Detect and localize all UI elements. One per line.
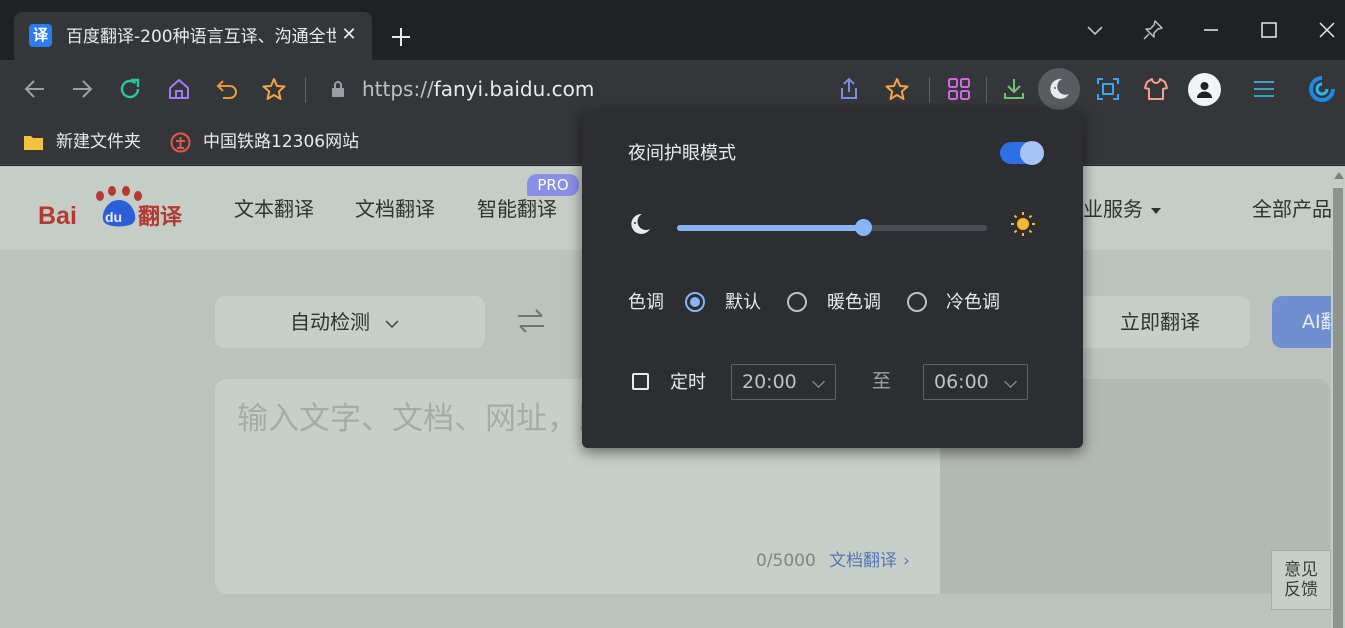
forward-arrow-icon[interactable]: [69, 76, 95, 102]
bookmark-item-folder[interactable]: 新建文件夹: [23, 130, 141, 154]
baidu-translate-favicon-icon: 译: [29, 24, 52, 47]
toggle-knob: [1020, 141, 1044, 165]
share-icon[interactable]: [836, 76, 862, 102]
end-time-value: 06:00: [934, 371, 989, 393]
nav-all-products[interactable]: 全部产品: [1252, 196, 1332, 222]
skin-shirt-icon[interactable]: [1143, 76, 1169, 102]
screenshot-icon[interactable]: [1095, 76, 1121, 102]
tab-close-icon[interactable]: ✕: [338, 24, 360, 46]
source-language-select[interactable]: 自动检测: [215, 296, 485, 348]
bookmark-item-12306[interactable]: 中国铁路12306网站: [170, 130, 359, 154]
caret-down-icon: [1151, 207, 1161, 214]
bookmark-label: 中国铁路12306网站: [203, 132, 360, 152]
moon-face-icon: [1050, 78, 1069, 99]
chevron-down-icon: [385, 319, 399, 328]
sun-bright-icon: [1011, 212, 1035, 236]
menu-hamburger-icon[interactable]: [1251, 76, 1277, 102]
night-mode-button[interactable]: [1038, 68, 1080, 110]
folder-icon: [24, 135, 43, 150]
timer-label[interactable]: 定时: [670, 371, 706, 395]
translate-now-button[interactable]: 立即翻译: [1070, 296, 1250, 348]
browser-tab[interactable]: 译 百度翻译-200种语言互译、沟通全世界！ ✕: [14, 12, 372, 60]
url-scheme: https://: [362, 77, 434, 101]
lock-icon[interactable]: [330, 80, 346, 98]
night-mode-popup: 夜间护眼模式 色调 默认 暖色调 冷色调 定时 20:00 至 06:00: [582, 110, 1083, 448]
chevron-down-icon: [812, 375, 825, 388]
toolbar-separator: [929, 77, 930, 103]
tone-default-radio[interactable]: [685, 292, 705, 312]
new-tab-plus-icon[interactable]: [388, 24, 414, 50]
maximize-icon[interactable]: [1257, 18, 1281, 42]
home-icon[interactable]: [166, 76, 192, 102]
feedback-button[interactable]: 意见 反馈: [1271, 550, 1331, 610]
doc-translate-label: 文档翻译: [829, 551, 897, 571]
tone-warm-label[interactable]: 暖色调: [827, 291, 881, 315]
timer-checkbox[interactable]: [632, 373, 649, 390]
minimize-icon[interactable]: [1199, 18, 1223, 42]
window-close-icon[interactable]: [1315, 18, 1339, 42]
toolbar-separator: [305, 77, 306, 103]
tone-cool-label[interactable]: 冷色调: [946, 291, 1000, 315]
pin-icon[interactable]: [1141, 18, 1165, 42]
tone-default-label[interactable]: 默认: [725, 291, 761, 315]
avatar[interactable]: [1188, 73, 1221, 106]
svg-text:Bai: Bai: [38, 202, 77, 230]
bookmark-star-icon[interactable]: [884, 76, 910, 102]
toolbar-separator: [986, 77, 987, 103]
download-icon[interactable]: [1001, 76, 1027, 102]
moon-dim-icon: [631, 213, 650, 234]
brightness-slider-track[interactable]: [677, 225, 987, 231]
url-host: fanyi.baidu.com: [433, 77, 595, 101]
night-mode-toggle[interactable]: [1000, 141, 1044, 165]
baidu-translate-logo[interactable]: du Bai 翻译: [38, 178, 198, 238]
reload-icon[interactable]: [117, 76, 143, 102]
address-bar[interactable]: https://fanyi.baidu.com: [362, 75, 594, 103]
browser-logo-icon[interactable]: [1308, 75, 1336, 103]
nav-text-translate[interactable]: 文本翻译: [234, 196, 314, 222]
feedback-line-1: 意见: [1284, 560, 1318, 580]
chevron-down-icon: [1004, 375, 1017, 388]
nav-enterprise-label: 业服务: [1083, 197, 1143, 221]
source-language-label: 自动检测: [290, 309, 400, 335]
scrollbar-thumb[interactable]: [1333, 188, 1343, 628]
tone-label: 色调: [628, 292, 664, 313]
tab-title: 百度翻译-200种语言互译、沟通全世界！: [66, 27, 336, 47]
brightness-slider-fill: [677, 225, 863, 231]
end-time-select[interactable]: 06:00: [923, 364, 1028, 400]
char-counter: 0/5000: [756, 551, 816, 571]
source-language-value: 自动检测: [290, 310, 370, 334]
favorites-star-icon[interactable]: [261, 76, 287, 102]
user-icon: [1197, 82, 1212, 98]
scroll-up-arrow-icon[interactable]: [1334, 172, 1344, 179]
brightness-slider-thumb[interactable]: [854, 219, 872, 236]
apps-grid-icon[interactable]: [946, 76, 972, 102]
feedback-line-2: 反馈: [1284, 580, 1318, 600]
nav-smart-translate[interactable]: 智能翻译: [477, 196, 557, 222]
chevron-right-icon: ›: [903, 551, 910, 571]
start-time-value: 20:00: [742, 371, 797, 393]
tone-warm-radio[interactable]: [787, 292, 807, 312]
nav-enterprise-services[interactable]: 业服务: [1083, 196, 1161, 222]
start-time-select[interactable]: 20:00: [731, 364, 836, 400]
nav-doc-translate[interactable]: 文档翻译: [355, 196, 435, 222]
doc-translate-link[interactable]: 文档翻译 ›: [829, 550, 910, 572]
pro-badge: PRO: [527, 174, 579, 196]
bookmark-label: 新建文件夹: [56, 132, 141, 152]
tab-strip: 译 百度翻译-200种语言互译、沟通全世界！ ✕: [0, 0, 1345, 60]
back-arrow-icon[interactable]: [22, 76, 48, 102]
tone-cool-radio[interactable]: [907, 292, 927, 312]
undo-close-icon[interactable]: [214, 76, 240, 102]
swap-languages-icon[interactable]: [515, 306, 547, 336]
tab-search-chevron-icon[interactable]: [1083, 18, 1107, 42]
svg-text:翻译: 翻译: [138, 205, 183, 230]
night-mode-title: 夜间护眼模式: [628, 143, 736, 164]
svg-text:du: du: [105, 209, 122, 225]
railway-logo-icon: [170, 132, 191, 152]
to-label: 至: [872, 370, 892, 392]
